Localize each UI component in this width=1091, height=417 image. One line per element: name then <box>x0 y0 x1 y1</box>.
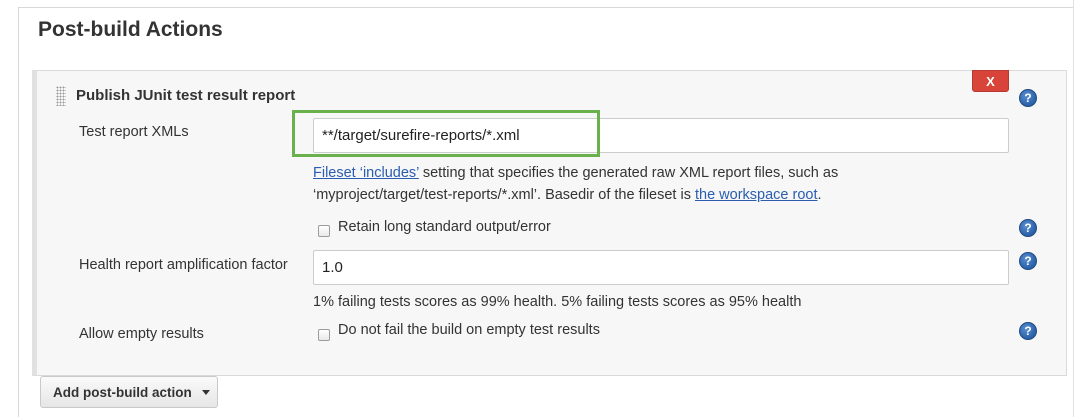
delete-publisher-button[interactable]: X <box>972 70 1009 92</box>
help-icon[interactable]: ? <box>1019 219 1037 237</box>
test-report-label: Test report XMLs <box>79 124 189 140</box>
section-title: Post-build Actions <box>38 18 223 41</box>
health-factor-description: 1% failing tests scores as 99% health. 5… <box>313 294 802 310</box>
caret-down-icon <box>201 389 210 395</box>
help-icon[interactable]: ? <box>1019 322 1037 340</box>
drag-handle-icon[interactable] <box>56 86 66 106</box>
health-factor-label: Health report amplification factor <box>79 257 288 273</box>
retain-output-label: Retain long standard output/error <box>338 219 551 235</box>
workspace-root-link[interactable]: the workspace root <box>695 187 818 203</box>
allow-empty-checkbox[interactable] <box>318 329 330 341</box>
help-text: setting that specifies the generated raw… <box>418 165 839 181</box>
add-post-build-action-button[interactable]: Add post-build action <box>40 376 218 408</box>
panel-title: Publish JUnit test result report <box>76 87 296 104</box>
health-factor-input[interactable] <box>313 250 1009 285</box>
allow-empty-checkbox-label: Do not fail the build on empty test resu… <box>338 322 600 338</box>
help-text: ‘myproject/target/test-reports/*.xml’. B… <box>313 187 695 203</box>
test-report-input[interactable] <box>313 118 1009 153</box>
divider <box>1073 0 1074 417</box>
allow-empty-label: Allow empty results <box>79 326 204 342</box>
help-icon[interactable]: ? <box>1019 89 1037 107</box>
fileset-includes-link[interactable]: Fileset ‘includes’ <box>313 165 419 181</box>
help-icon[interactable]: ? <box>1019 252 1037 270</box>
add-post-build-action-label: Add post-build action <box>53 384 192 400</box>
divider <box>18 7 1073 8</box>
test-report-help: Fileset ‘includes’ setting that specifie… <box>313 162 838 206</box>
divider <box>18 7 19 417</box>
post-build-actions-page: Post-build Actions Publish JUnit test re… <box>0 0 1091 417</box>
help-text: . <box>817 187 822 203</box>
retain-output-checkbox[interactable] <box>318 225 330 237</box>
